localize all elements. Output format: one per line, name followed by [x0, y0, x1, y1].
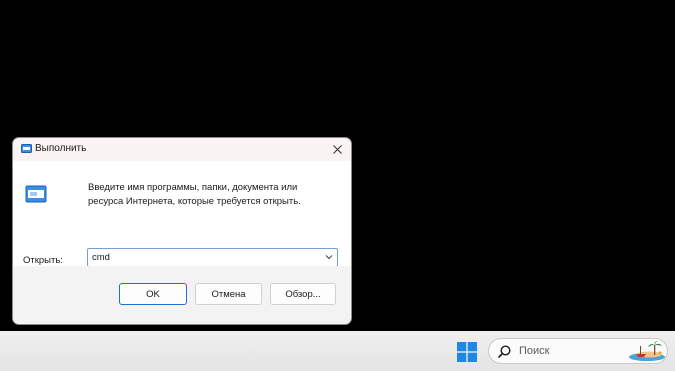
- description-line-2: ресурса Интернета, которые требуется отк…: [88, 196, 301, 207]
- cancel-button[interactable]: Отмена: [195, 283, 262, 305]
- dialog-titlebar[interactable]: Выполнить: [13, 138, 351, 161]
- dialog-content: Введите имя программы, папки, документа …: [13, 161, 351, 267]
- taskbar-search-box[interactable]: Поиск: [488, 338, 668, 364]
- ok-button[interactable]: OK: [119, 283, 187, 305]
- dialog-description: Введите имя программы, папки, документа …: [88, 181, 338, 209]
- command-input[interactable]: [92, 251, 312, 264]
- search-icon: [498, 345, 511, 358]
- run-program-icon: [25, 185, 47, 203]
- windows-logo-icon[interactable]: [457, 342, 477, 362]
- chevron-down-icon[interactable]: [325, 254, 333, 260]
- run-dialog: Выполнить Введите имя программы, папки, …: [12, 137, 352, 325]
- close-button[interactable]: [323, 138, 351, 161]
- search-placeholder: Поиск: [519, 345, 550, 357]
- open-label: Открыть:: [23, 255, 63, 266]
- close-icon: [332, 145, 342, 154]
- dialog-footer: OK Отмена Обзор...: [13, 266, 351, 324]
- command-combobox[interactable]: [87, 248, 338, 267]
- taskbar: Поиск: [0, 331, 675, 371]
- browse-button[interactable]: Обзор...: [270, 283, 336, 305]
- dialog-title: Выполнить: [35, 143, 87, 154]
- run-icon: [21, 144, 32, 153]
- beach-illustration-icon: [629, 341, 665, 361]
- description-line-1: Введите имя программы, папки, документа …: [88, 182, 298, 193]
- desktop: Выполнить Введите имя программы, папки, …: [0, 0, 675, 371]
